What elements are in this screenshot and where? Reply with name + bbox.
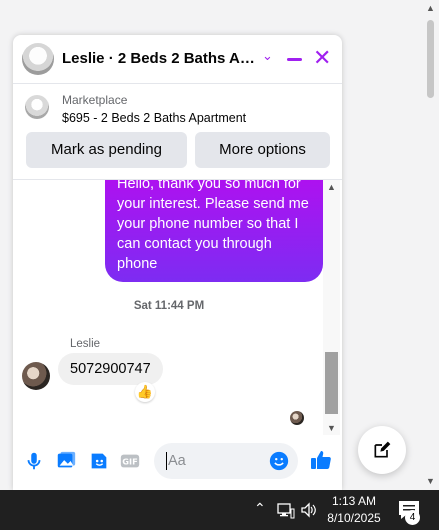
- chat-scroll-up-arrow[interactable]: ▲: [323, 182, 340, 192]
- new-message-button[interactable]: [358, 426, 406, 474]
- received-message[interactable]: 5072900747: [58, 353, 163, 385]
- volume-icon[interactable]: [300, 502, 318, 518]
- text-caret: [166, 452, 167, 470]
- clock-date[interactable]: 8/10/2025: [318, 511, 390, 525]
- scroll-up-arrow[interactable]: ▲: [422, 0, 439, 17]
- message-list: Hello, thank you so much for your intere…: [13, 180, 342, 435]
- chat-window: Leslie · 2 Beds 2 Baths Apartment ⌄ ✕ Ma…: [13, 35, 342, 490]
- sender-name: Leslie: [70, 338, 101, 350]
- thumbs-up-icon[interactable]: [309, 448, 333, 472]
- microphone-icon[interactable]: [23, 450, 45, 472]
- listing-title[interactable]: $695 - 2 Beds 2 Baths Apartment: [62, 111, 246, 125]
- close-icon[interactable]: ✕: [313, 45, 331, 71]
- sender-avatar[interactable]: [22, 362, 50, 390]
- seen-avatar: [290, 411, 304, 425]
- message-composer: GIF Aa: [13, 435, 342, 490]
- chat-header: Leslie · 2 Beds 2 Baths Apartment ⌄ ✕: [13, 35, 342, 84]
- compose-icon: [374, 441, 391, 458]
- chevron-down-icon[interactable]: ⌄: [262, 48, 273, 64]
- page-scrollbar[interactable]: ▲ ▼: [422, 0, 439, 490]
- marketplace-label: Marketplace: [62, 93, 128, 107]
- sent-message[interactable]: Hello, thank you so much for your intere…: [105, 180, 323, 282]
- thumbs-up-reaction-icon[interactable]: 👍: [135, 382, 155, 402]
- network-icon[interactable]: [277, 503, 295, 519]
- page-scroll-thumb[interactable]: [427, 20, 434, 98]
- show-hidden-icons-icon[interactable]: ⌃: [254, 500, 266, 517]
- chat-scrollbar[interactable]: ▲ ▼: [323, 180, 340, 435]
- chat-scroll-thumb[interactable]: [325, 352, 338, 414]
- clock-time[interactable]: 1:13 AM: [318, 494, 390, 508]
- emoji-icon[interactable]: [268, 450, 290, 472]
- chat-avatar[interactable]: [22, 43, 54, 75]
- message-input-placeholder: Aa: [168, 453, 186, 469]
- gif-icon[interactable]: GIF: [119, 450, 141, 472]
- minimize-icon[interactable]: [287, 58, 302, 61]
- scroll-down-arrow[interactable]: ▼: [422, 473, 439, 490]
- sticker-icon[interactable]: [88, 450, 110, 472]
- marketplace-banner: Marketplace $695 - 2 Beds 2 Baths Apartm…: [13, 84, 342, 180]
- more-options-button[interactable]: More options: [195, 132, 330, 168]
- message-timestamp: Sat 11:44 PM: [133, 300, 205, 312]
- chat-scroll-down-arrow[interactable]: ▼: [323, 423, 340, 433]
- svg-text:GIF: GIF: [122, 457, 137, 467]
- mark-as-pending-button[interactable]: Mark as pending: [26, 132, 187, 168]
- photo-icon[interactable]: [55, 450, 77, 472]
- taskbar: ⌃ 1:13 AM 8/10/2025 4: [0, 490, 439, 530]
- listing-thumbnail[interactable]: [25, 95, 49, 119]
- notification-count-badge: 4: [405, 510, 420, 525]
- chat-title[interactable]: Leslie · 2 Beds 2 Baths Apartment: [62, 50, 262, 67]
- message-input[interactable]: Aa: [154, 443, 298, 479]
